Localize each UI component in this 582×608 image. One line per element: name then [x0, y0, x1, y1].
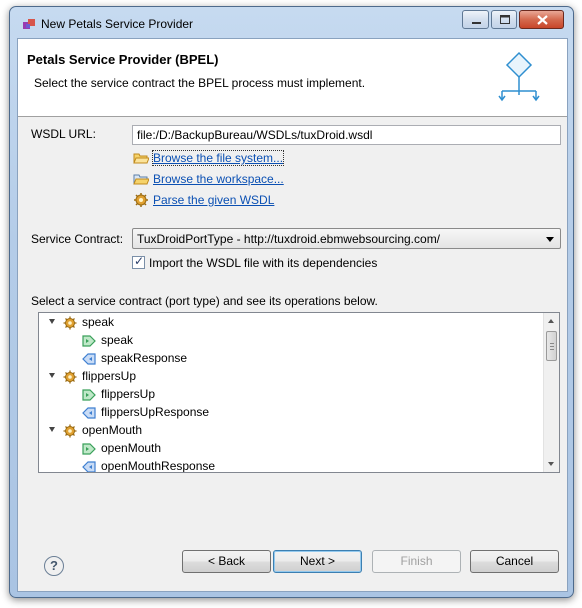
bpel-diagram-icon: [498, 51, 540, 102]
tree-content: speak speak speakResponse flippersUp flipper…: [39, 313, 544, 472]
scroll-up-icon[interactable]: [548, 319, 554, 323]
minimize-button[interactable]: [462, 10, 489, 29]
browse-file-system-label: Browse the file system...: [151, 150, 285, 166]
input-message-label: speak: [101, 333, 134, 347]
close-button[interactable]: [519, 10, 564, 29]
header-banner: Petals Service Provider (BPEL) Select th…: [18, 39, 567, 117]
input-arrow-icon: [82, 334, 96, 348]
maximize-icon: [500, 15, 510, 24]
service-contract-value: TuxDroidPortType - http://tuxdroid.ebmwe…: [137, 232, 441, 246]
output-message-label: flippersUpResponse: [101, 405, 210, 419]
finish-button-label: Finish: [400, 554, 433, 568]
expand-toggle-icon[interactable]: [49, 427, 55, 432]
operation-label: speak: [82, 315, 115, 329]
operation-gear-icon: [63, 424, 77, 438]
minimize-icon: [472, 22, 481, 24]
output-message-label: speakResponse: [101, 351, 188, 365]
input-arrow-icon: [82, 388, 96, 402]
dialog-window: New Petals Service Provider Petals Servi…: [9, 6, 574, 598]
next-button-label: Next >: [299, 554, 335, 568]
title-bar[interactable]: New Petals Service Provider: [10, 7, 573, 39]
tree-instructions: Select a service contract (port type) an…: [31, 294, 378, 308]
folder-open-icon: [133, 153, 149, 164]
back-button[interactable]: < Back: [182, 550, 271, 573]
page-title: Petals Service Provider (BPEL): [27, 52, 219, 67]
scroll-thumb[interactable]: [546, 331, 557, 361]
page-description: Select the service contract the BPEL pro…: [34, 76, 366, 90]
output-arrow-icon: [82, 460, 96, 472]
dialog-client-area: Petals Service Provider (BPEL) Select th…: [17, 38, 568, 592]
expand-toggle-icon[interactable]: [49, 373, 55, 378]
browse-workspace-label: Browse the workspace...: [153, 172, 284, 186]
chevron-down-icon: [546, 237, 554, 242]
next-button[interactable]: Next >: [273, 550, 362, 573]
back-button-label: < Back: [207, 554, 246, 568]
service-contract-select[interactable]: TuxDroidPortType - http://tuxdroid.ebmwe…: [132, 228, 561, 249]
wsdl-url-input[interactable]: file:/D:/BackupBureau/WSDLs/tuxDroid.wsd…: [132, 125, 561, 145]
operation-label: openMouth: [82, 423, 143, 437]
checkmark-icon: ✓: [134, 254, 145, 268]
tree-scrollbar[interactable]: [543, 313, 559, 472]
finish-button[interactable]: Finish: [372, 550, 461, 573]
cancel-button-label: Cancel: [495, 554, 534, 568]
scroll-down-icon[interactable]: [548, 462, 554, 466]
parse-wsdl-label: Parse the given WSDL: [153, 193, 275, 207]
operations-tree[interactable]: speak speak speakResponse flippersUp flipper…: [38, 312, 560, 473]
operation-gear-icon: [63, 370, 77, 384]
service-contract-label: Service Contract:: [31, 232, 124, 246]
import-wsdl-checkbox[interactable]: ✓: [132, 254, 145, 269]
maximize-button[interactable]: [491, 10, 517, 29]
window-title: New Petals Service Provider: [41, 17, 194, 31]
workspace-folder-icon: [133, 174, 149, 185]
import-wsdl-label: Import the WSDL file with its dependenci…: [149, 256, 378, 270]
input-message-label: flippersUp: [101, 387, 156, 401]
operation-gear-icon: [63, 316, 77, 330]
output-arrow-icon: [82, 406, 96, 420]
operation-label: flippersUp: [82, 369, 137, 383]
wsdl-url-label: WSDL URL:: [31, 127, 96, 141]
close-icon: [537, 15, 548, 25]
input-message-label: openMouth: [101, 441, 162, 455]
input-arrow-icon: [82, 442, 96, 456]
output-arrow-icon: [82, 352, 96, 366]
help-button[interactable]: ?: [44, 556, 64, 576]
expand-toggle-icon[interactable]: [49, 319, 55, 324]
cancel-button[interactable]: Cancel: [470, 550, 559, 573]
petals-app-icon: [23, 19, 35, 29]
gear-icon: [134, 193, 148, 207]
output-message-label: openMouthResponse: [101, 459, 216, 473]
